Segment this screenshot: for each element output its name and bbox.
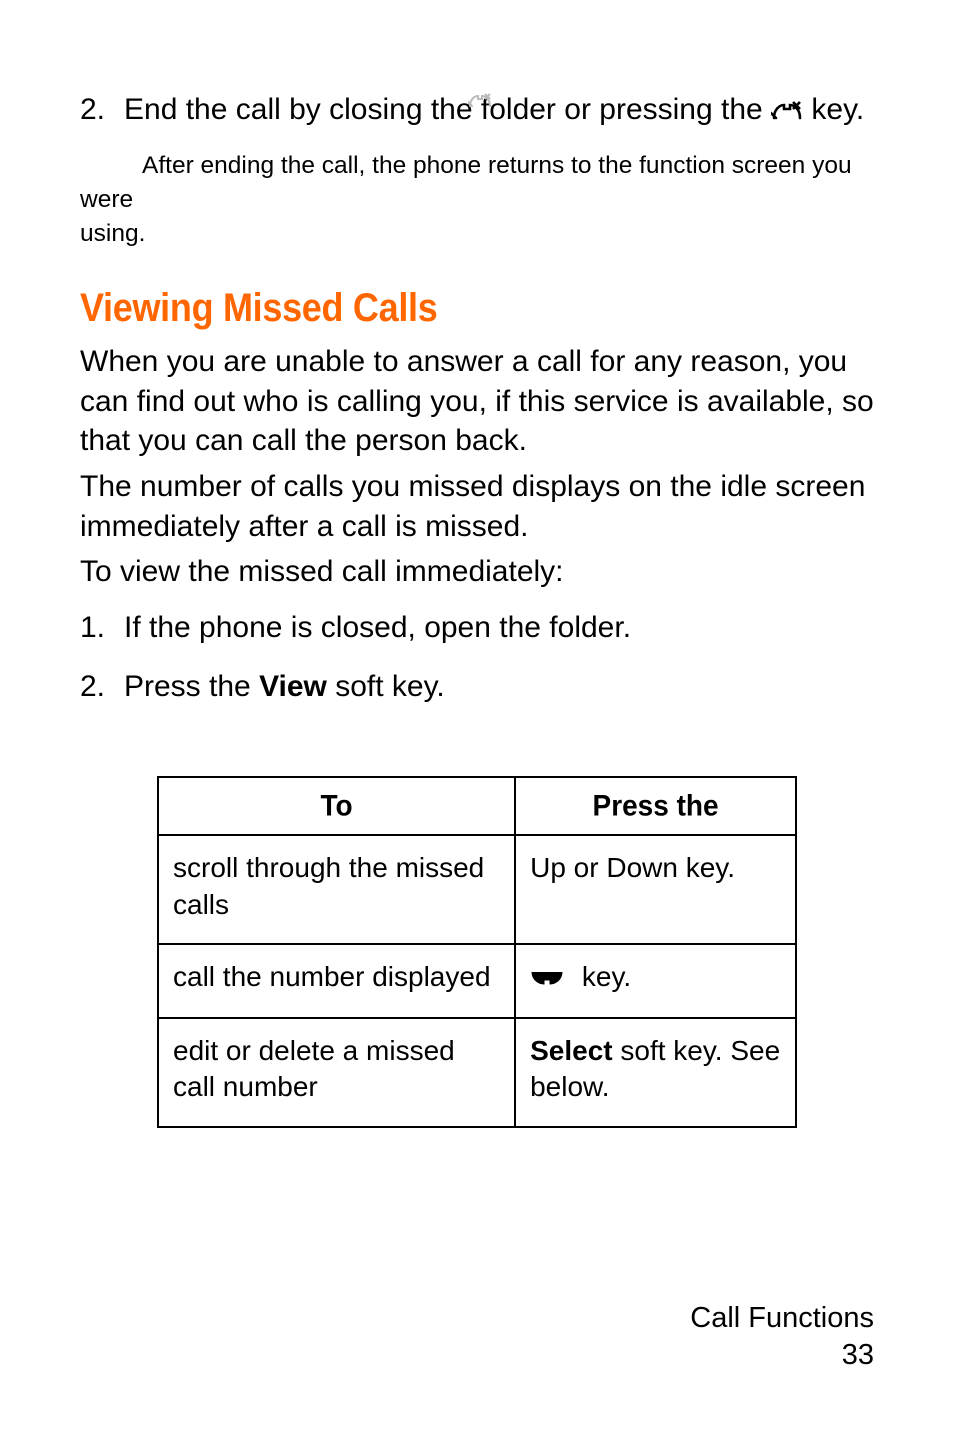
step2-after: key. <box>811 93 864 126</box>
numbered-list: 1. If the phone is closed, open the fold… <box>80 608 874 706</box>
step-text: End the call by closing the folder or pr… <box>124 90 874 131</box>
bold-text: Select <box>530 1035 613 1066</box>
cell-press: key. <box>515 944 796 1018</box>
cell-to: call the number displayed <box>158 944 515 1018</box>
bold-text: View <box>259 670 327 703</box>
call-icon <box>530 960 564 996</box>
page-number: 33 <box>690 1337 874 1375</box>
step-number: 1. <box>80 608 124 647</box>
actions-table: To Press the scroll through the missed c… <box>157 776 797 1128</box>
text: soft key. <box>327 670 445 703</box>
end-call-icon <box>771 92 803 131</box>
page-footer: Call Functions 33 <box>690 1300 874 1375</box>
paragraph-3: To view the missed call immediately: <box>80 552 874 592</box>
note-line1: After ending the call, the phone returns… <box>80 152 852 213</box>
step-text: If the phone is closed, open the folder. <box>124 608 874 647</box>
cell-to: scroll through the missed calls <box>158 835 515 944</box>
step-text: Press the View soft key. <box>124 667 874 706</box>
table-row: scroll through the missed calls Up or Do… <box>158 835 796 944</box>
text: Press the <box>124 670 259 703</box>
text: key. <box>574 961 631 992</box>
step-number: 2. <box>80 90 124 131</box>
cell-press: Up or Down key. <box>515 835 796 944</box>
paragraph-1: When you are unable to answer a call for… <box>80 342 874 461</box>
paragraph-2: The number of calls you missed displays … <box>80 467 874 546</box>
section-heading: Viewing Missed Calls <box>80 283 874 334</box>
section-name: Call Functions <box>690 1300 874 1338</box>
step-number: 2. <box>80 667 124 706</box>
table-header-press: Press the <box>515 775 796 836</box>
note-line2: using. <box>80 220 145 247</box>
table-row: edit or delete a missed call number Sele… <box>158 1018 796 1127</box>
cell-press: Select soft key. See below. <box>515 1018 796 1127</box>
table-header-to: To <box>158 775 515 836</box>
step2-before: End the call by closing the folder or pr… <box>124 93 771 126</box>
table-row: call the number displayed key. <box>158 944 796 1018</box>
note: After ending the call, the phone returns… <box>80 149 874 252</box>
list-item: 1. If the phone is closed, open the fold… <box>80 608 874 647</box>
list-item: 2. Press the View soft key. <box>80 667 874 706</box>
cell-to: edit or delete a missed call number <box>158 1018 515 1127</box>
end-call-icon-faded <box>468 92 492 115</box>
